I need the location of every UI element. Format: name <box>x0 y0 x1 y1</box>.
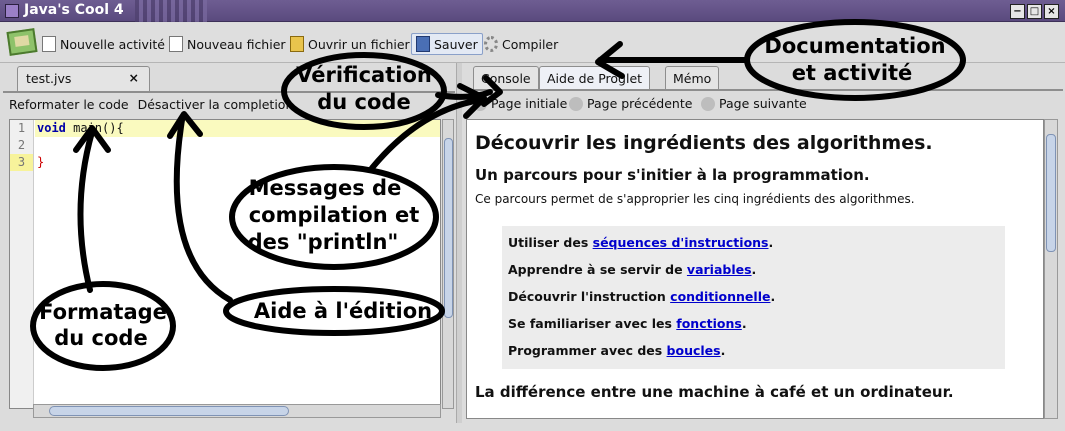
minimize-button[interactable]: − <box>1010 4 1025 19</box>
window-title: Java's Cool 4 <box>24 2 124 18</box>
tab-proglet-help[interactable]: Aide de Proglet <box>539 66 651 90</box>
new-activity-button[interactable]: Nouvelle activité <box>42 33 165 55</box>
code-line: void main(){ <box>35 120 440 137</box>
list-item: Apprendre à se servir de variables. <box>508 262 757 277</box>
home-icon <box>473 96 487 111</box>
floppy-disk-icon <box>416 36 430 52</box>
line-number: 3 <box>10 154 33 171</box>
javascool-logo <box>6 28 38 56</box>
next-page-label: Page suivante <box>719 96 807 111</box>
maximize-button[interactable]: □ <box>1027 4 1042 19</box>
list-item: Utiliser des séquences d'instructions. <box>508 235 774 250</box>
link-variables[interactable]: variables <box>687 262 752 277</box>
save-label: Sauver <box>434 36 478 52</box>
list-item: Se familiariser avec les fonctions. <box>508 316 747 331</box>
app-window: Java's Cool 4 − □ × Nouvelle activité No… <box>0 0 1065 431</box>
link-fonctions[interactable]: fonctions <box>676 316 742 331</box>
link-boucles[interactable]: boucles <box>667 343 721 358</box>
link-conditionnelle[interactable]: conditionnelle <box>670 289 770 304</box>
previous-page-label: Page précédente <box>587 96 693 111</box>
document-icon <box>169 36 183 52</box>
tab-memo[interactable]: Mémo <box>665 66 720 90</box>
gear-icon <box>484 36 498 52</box>
disable-completion-button[interactable]: Désactiver la completion <box>138 97 294 112</box>
doc-title: Découvrir les ingrédients des algorithme… <box>475 132 933 154</box>
tab-label: test.jvs <box>26 71 72 86</box>
tab-test-jvs[interactable]: test.jvs × <box>17 66 150 92</box>
list-item: Découvrir l'instruction conditionnelle. <box>508 289 776 304</box>
line-number: 2 <box>17 138 26 152</box>
save-button[interactable]: Sauver <box>411 33 483 55</box>
home-page-button[interactable]: Page initiale <box>473 96 567 111</box>
pane-splitter[interactable] <box>456 63 462 423</box>
scroll-thumb[interactable] <box>49 406 289 416</box>
home-page-label: Page initiale <box>491 96 568 111</box>
new-file-button[interactable]: Nouveau fichier <box>169 33 286 55</box>
scroll-thumb[interactable] <box>444 138 453 318</box>
line-numbers: 1 2 3 <box>10 120 34 408</box>
doc-section-heading: La différence entre une machine à café e… <box>475 383 954 401</box>
reformat-code-button[interactable]: Reformater le code <box>9 97 129 112</box>
scroll-thumb[interactable] <box>1046 134 1056 252</box>
line-number: 1 <box>17 121 26 135</box>
close-tab-icon[interactable]: × <box>129 70 139 85</box>
code-editor[interactable]: 1 2 3 void main(){ } <box>9 119 441 409</box>
compile-label: Compiler <box>502 36 559 52</box>
help-pane: Console Aide de Proglet Mémo Page initia… <box>463 63 1065 423</box>
folder-icon <box>290 36 304 52</box>
new-file-label: Nouveau fichier <box>187 36 286 52</box>
arrow-right-icon <box>701 96 715 111</box>
ingredients-list: Utiliser des séquences d'instructions. A… <box>502 226 1005 369</box>
doc-navigation: Page initiale Page précédente Page suiva… <box>463 93 1063 117</box>
documentation-view: Découvrir les ingrédients des algorithme… <box>466 119 1044 419</box>
doc-subtitle: Un parcours pour s'initier à la programm… <box>475 166 870 184</box>
open-file-label: Ouvrir un fichier <box>308 36 410 52</box>
previous-page-button[interactable]: Page précédente <box>569 96 692 111</box>
editor-actions: Reformater le code Désactiver la complet… <box>9 97 298 112</box>
document-icon <box>42 36 56 52</box>
titlebar-pattern <box>135 0 207 22</box>
link-sequences[interactable]: séquences d'instructions <box>593 235 769 250</box>
toolbar: Nouvelle activité Nouveau fichier Ouvrir… <box>0 23 1065 63</box>
editor-pane: test.jvs × Reformater le code Désactiver … <box>3 63 455 423</box>
open-file-button[interactable]: Ouvrir un fichier <box>290 33 410 55</box>
list-item: Programmer avec des boucles. <box>508 343 726 358</box>
doc-vertical-scrollbar[interactable] <box>1044 119 1058 419</box>
app-menu-icon[interactable] <box>5 4 19 18</box>
next-page-button[interactable]: Page suivante <box>701 96 807 111</box>
code-line: } <box>37 155 45 169</box>
editor-vertical-scrollbar[interactable] <box>442 119 454 409</box>
title-bar: Java's Cool 4 − □ × <box>0 0 1065 22</box>
code-text[interactable]: void main(){ } <box>35 120 440 171</box>
doc-intro: Ce parcours permet de s'approprier les c… <box>475 192 915 206</box>
arrow-left-icon <box>569 96 583 111</box>
new-activity-label: Nouvelle activité <box>60 36 165 52</box>
compile-button[interactable]: Compiler <box>484 33 558 55</box>
tab-divider <box>463 89 1063 91</box>
tab-console[interactable]: Console <box>473 66 539 90</box>
tab-divider <box>3 91 455 93</box>
editor-horizontal-scrollbar[interactable] <box>33 404 441 418</box>
close-window-button[interactable]: × <box>1044 4 1059 19</box>
